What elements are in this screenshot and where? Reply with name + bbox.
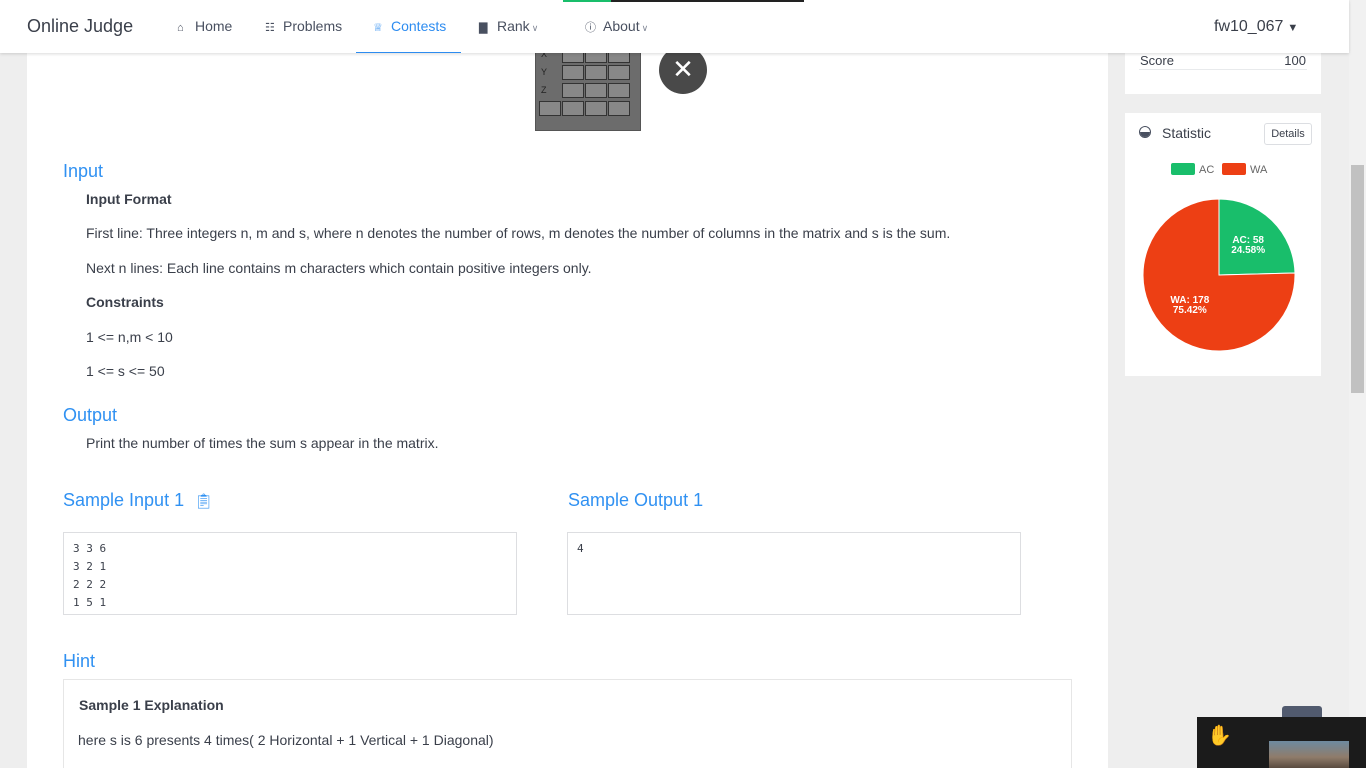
constraints-heading: Constraints xyxy=(86,294,164,310)
nav-contests[interactable]: ♕ Contests xyxy=(356,0,461,53)
output-text: Print the number of times the sum s appe… xyxy=(86,435,439,451)
sample-output-title: Sample Output 1 xyxy=(568,490,704,510)
sample-input-title-text: Sample Input 1 xyxy=(63,490,185,510)
user-menu[interactable]: fw10_067 ▼ xyxy=(1214,18,1298,36)
problem-content: X Y Z ✕ Input Input Format First line: T… xyxy=(27,53,1108,768)
grid-icon: ☷ xyxy=(265,22,275,34)
info-icon: ⓘ xyxy=(585,22,596,34)
nav-home[interactable]: ⌂ Home xyxy=(177,0,232,53)
legend-item-ac[interactable]: AC xyxy=(1171,163,1214,176)
progress-fill xyxy=(563,0,611,2)
legend-item-wa[interactable]: WA xyxy=(1222,163,1267,176)
nav-contests-label: Contests xyxy=(391,18,447,34)
bar-chart-icon: ▇ xyxy=(479,22,488,34)
nav-about[interactable]: ⓘ About ∨ xyxy=(585,0,648,53)
sample-input-title: Sample Input 1 📋︎ xyxy=(63,490,213,511)
caret-down-icon: ▼ xyxy=(1287,22,1299,34)
loading-progress-bar xyxy=(563,0,804,2)
close-icon[interactable]: ✕ xyxy=(659,53,707,94)
nav-home-label: Home xyxy=(195,18,233,34)
score-card: Score 100 xyxy=(1125,53,1321,94)
nav-rank[interactable]: ▇ Rank ∨ xyxy=(479,0,538,53)
input-title: Input xyxy=(63,161,104,181)
divider xyxy=(1139,69,1307,70)
row-label: X xyxy=(541,53,548,59)
nav-rank-label: Rank xyxy=(497,18,530,34)
hint-title: Hint xyxy=(63,651,96,671)
score-value: 100 xyxy=(1284,53,1306,68)
nav-about-label: About xyxy=(603,18,640,34)
clipboard-icon[interactable]: 📋︎ xyxy=(194,493,213,510)
output-title: Output xyxy=(63,405,118,425)
problem-matrix-image: X Y Z xyxy=(535,53,641,131)
top-navbar: Online Judge ⌂ Home ☷ Problems ♕ Contests ▇… xyxy=(0,0,1349,53)
brand-title[interactable]: Online Judge xyxy=(27,16,133,37)
username: fw10_067 xyxy=(1214,18,1284,35)
sample-output-box[interactable]: 4 xyxy=(567,532,1021,615)
row-label: Y xyxy=(541,67,548,77)
scrollbar-thumb[interactable] xyxy=(1351,165,1364,393)
hint-heading: Sample 1 Explanation xyxy=(79,697,224,713)
pie-label-wa-percent: 75.42% xyxy=(1173,305,1207,316)
input-line-2: Next n lines: Each line contains m chara… xyxy=(86,260,592,276)
row-label: Z xyxy=(541,85,547,95)
statistic-card: Statistic Details AC WA AC: 58 24.58% WA: … xyxy=(1125,113,1321,376)
nav-problems-label: Problems xyxy=(283,18,343,34)
statistic-pie-chart: AC: 5824.58%WA: 17875.42% xyxy=(1142,198,1296,352)
legend-swatch-wa xyxy=(1222,163,1246,175)
chevron-down-icon: ∨ xyxy=(531,23,539,33)
trophy-icon: ♕ xyxy=(373,22,383,34)
nav-problems[interactable]: ☷ Problems xyxy=(265,0,342,53)
legend-label-ac: AC xyxy=(1199,164,1215,176)
hint-box: Sample 1 Explanation here s is 6 present… xyxy=(63,679,1072,768)
camera-preview xyxy=(1269,741,1349,768)
constraint-2: 1 <= s <= 50 xyxy=(86,363,165,379)
score-label: Score xyxy=(1140,53,1174,68)
pie-label-ac-percent: 24.58% xyxy=(1231,245,1265,256)
home-icon: ⌂ xyxy=(177,22,184,34)
legend-swatch-ac xyxy=(1171,163,1195,175)
raise-hand-icon[interactable]: ✋ xyxy=(1207,723,1232,748)
hint-text: here s is 6 presents 4 times( 2 Horizont… xyxy=(78,732,494,748)
sample-input-box[interactable]: 3 3 6 3 2 1 2 2 2 1 5 1 xyxy=(63,532,517,615)
page-scrollbar[interactable] xyxy=(1349,0,1366,768)
chevron-down-icon: ∨ xyxy=(641,23,649,33)
pie-chart-icon xyxy=(1139,126,1151,138)
constraint-1: 1 <= n,m < 10 xyxy=(86,329,173,345)
input-format-heading: Input Format xyxy=(86,191,172,207)
video-call-overlay: ✋ xyxy=(1197,717,1366,768)
legend-label-wa: WA xyxy=(1250,164,1268,176)
input-line-1: First line: Three integers n, m and s, w… xyxy=(86,225,951,241)
statistic-title: Statistic xyxy=(1162,125,1212,141)
details-button[interactable]: Details xyxy=(1264,123,1312,145)
